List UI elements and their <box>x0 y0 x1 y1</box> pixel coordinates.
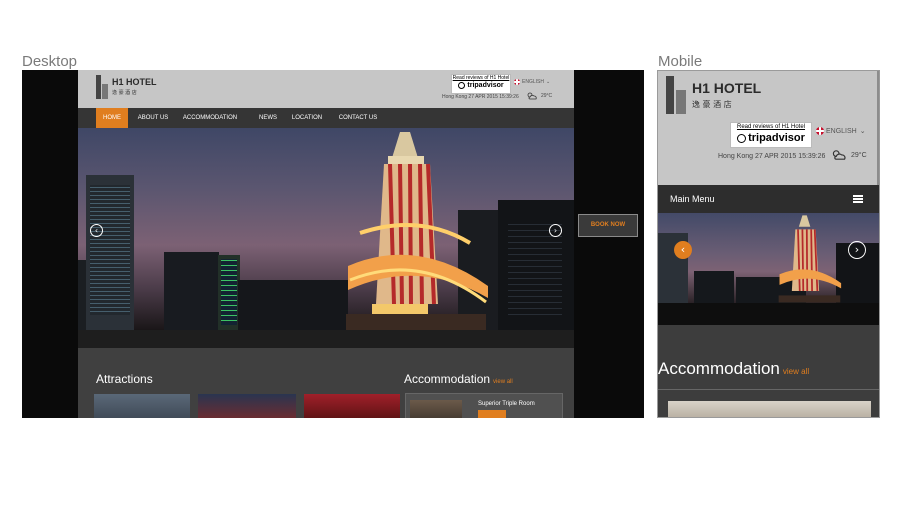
room-image-mobile[interactable] <box>668 401 871 417</box>
mobile-content-section: Accommodation view all <box>658 325 879 417</box>
logo-chinese-mobile: 逸 豪 酒 店 <box>692 99 732 109</box>
accommodation-heading: Accommodation view all <box>404 372 513 386</box>
nav-location[interactable]: LOCATION <box>288 108 326 128</box>
skyline-building <box>218 255 240 330</box>
uk-flag-icon <box>816 127 824 135</box>
datetime-display: Hong Kong 27 APR 2015 15:39:26 <box>442 94 519 100</box>
slider-prev-button[interactable]: ‹ <box>90 224 103 237</box>
mobile-hero-slider[interactable]: ‹ › <box>658 213 879 303</box>
site-header: H1 HOTEL 逸 豪 酒 店 Read reviews of H1 Hote… <box>78 70 574 108</box>
partly-cloudy-icon <box>527 92 537 100</box>
view-all-link-mobile[interactable]: view all <box>783 367 809 376</box>
room-button[interactable] <box>478 410 506 418</box>
nav-accommodation[interactable]: ACCOMMODATION <box>178 108 242 128</box>
logo-name: H1 HOTEL <box>112 77 157 87</box>
hotel-logo-mobile[interactable]: H1 HOTEL 逸 豪 酒 店 <box>666 76 761 114</box>
language-selector-mobile[interactable]: ENGLISH ⌄ <box>816 127 866 135</box>
tripadvisor-review-link: Read reviews of H1 Hotel <box>736 124 806 130</box>
main-menu-label: Main Menu <box>670 194 715 204</box>
skyline-building <box>238 280 348 330</box>
mobile-menu-bar[interactable]: Main Menu <box>658 185 879 213</box>
desktop-page: H1 HOTEL 逸 豪 酒 店 Read reviews of H1 Hote… <box>78 70 574 418</box>
scrollbar[interactable] <box>877 71 879 185</box>
logo-chinese: 逸 豪 酒 店 <box>112 90 137 96</box>
mobile-preview: H1 HOTEL 逸 豪 酒 店 Read reviews of H1 Hote… <box>657 70 880 418</box>
tripadvisor-owl-icon <box>458 82 466 89</box>
language-selector[interactable]: ENGLISH ⌄ <box>514 79 550 85</box>
tripadvisor-badge-mobile[interactable]: Read reviews of H1 Hotel tripadvisor <box>730 122 812 148</box>
hotel-logo[interactable]: H1 HOTEL 逸 豪 酒 店 <box>96 75 157 99</box>
tripadvisor-name-mobile: tripadvisor <box>748 132 805 144</box>
mobile-header: H1 HOTEL 逸 豪 酒 店 Read reviews of H1 Hote… <box>658 71 879 185</box>
skyline-building <box>164 252 219 330</box>
desktop-preview: H1 HOTEL 逸 豪 酒 店 Read reviews of H1 Hote… <box>22 70 644 418</box>
hero-bottom-band <box>658 303 879 325</box>
uk-flag-icon <box>514 79 520 85</box>
hamburger-icon[interactable] <box>853 195 863 203</box>
tripadvisor-name: tripadvisor <box>467 82 504 89</box>
weather-display: 29°C <box>526 91 552 101</box>
language-label-mobile: ENGLISH <box>826 127 857 135</box>
content-section: Attractions Accommodation view all Superi… <box>78 348 574 418</box>
skyline-building <box>86 175 134 330</box>
tripadvisor-owl-icon <box>737 133 747 143</box>
nav-contact-us[interactable]: CONTACT US <box>334 108 382 128</box>
desktop-caption: Desktop <box>22 53 78 70</box>
room-card[interactable]: Superior Triple Room <box>405 393 563 418</box>
datetime-display-mobile: Hong Kong 27 APR 2015 15:39:26 <box>718 153 826 160</box>
tripadvisor-review-link: Read reviews of H1 Hotel <box>452 75 510 81</box>
chevron-down-icon: ⌄ <box>859 128 866 135</box>
partly-cloudy-icon <box>832 150 846 160</box>
language-label: ENGLISH <box>522 79 544 85</box>
attractions-heading: Attractions <box>96 372 153 386</box>
slider-next-button[interactable]: › <box>549 224 562 237</box>
nav-news[interactable]: NEWS <box>254 108 282 128</box>
weather-display-mobile: 29°C <box>830 148 867 162</box>
nav-about-us[interactable]: ABOUT US <box>134 108 172 128</box>
room-thumbnail <box>410 400 462 418</box>
helter-skelter-tower <box>778 215 842 303</box>
attraction-thumbnail[interactable] <box>304 394 400 418</box>
attraction-thumbnail[interactable] <box>198 394 296 418</box>
mobile-caption: Mobile <box>658 53 703 70</box>
logo-mark-icon <box>96 75 108 99</box>
accommodation-heading-mobile: Accommodation view all <box>658 359 810 378</box>
helter-skelter-tower <box>346 132 488 330</box>
hero-slider[interactable]: ‹ › <box>78 128 574 330</box>
temperature-mobile: 29°C <box>851 151 867 159</box>
skyline-building <box>694 271 734 303</box>
tripadvisor-badge[interactable]: Read reviews of H1 Hotel tripadvisor <box>451 74 511 94</box>
temperature: 29°C <box>541 93 553 99</box>
main-nav: HOME ABOUT US ACCOMMODATION NEWS LOCATIO… <box>78 108 574 128</box>
logo-name-mobile: H1 HOTEL <box>692 79 762 96</box>
skyline-building <box>498 200 574 330</box>
chevron-down-icon: ⌄ <box>545 79 551 85</box>
room-title: Superior Triple Room <box>478 401 535 407</box>
divider <box>658 389 879 390</box>
slider-prev-button-mobile[interactable]: ‹ <box>674 241 692 259</box>
nav-home[interactable]: HOME <box>96 108 128 128</box>
slider-next-button-mobile[interactable]: › <box>848 241 866 259</box>
attraction-thumbnail[interactable] <box>94 394 190 418</box>
book-now-button[interactable]: BOOK NOW <box>578 214 638 237</box>
view-all-link[interactable]: view all <box>493 379 513 385</box>
logo-mark-icon <box>666 76 686 114</box>
